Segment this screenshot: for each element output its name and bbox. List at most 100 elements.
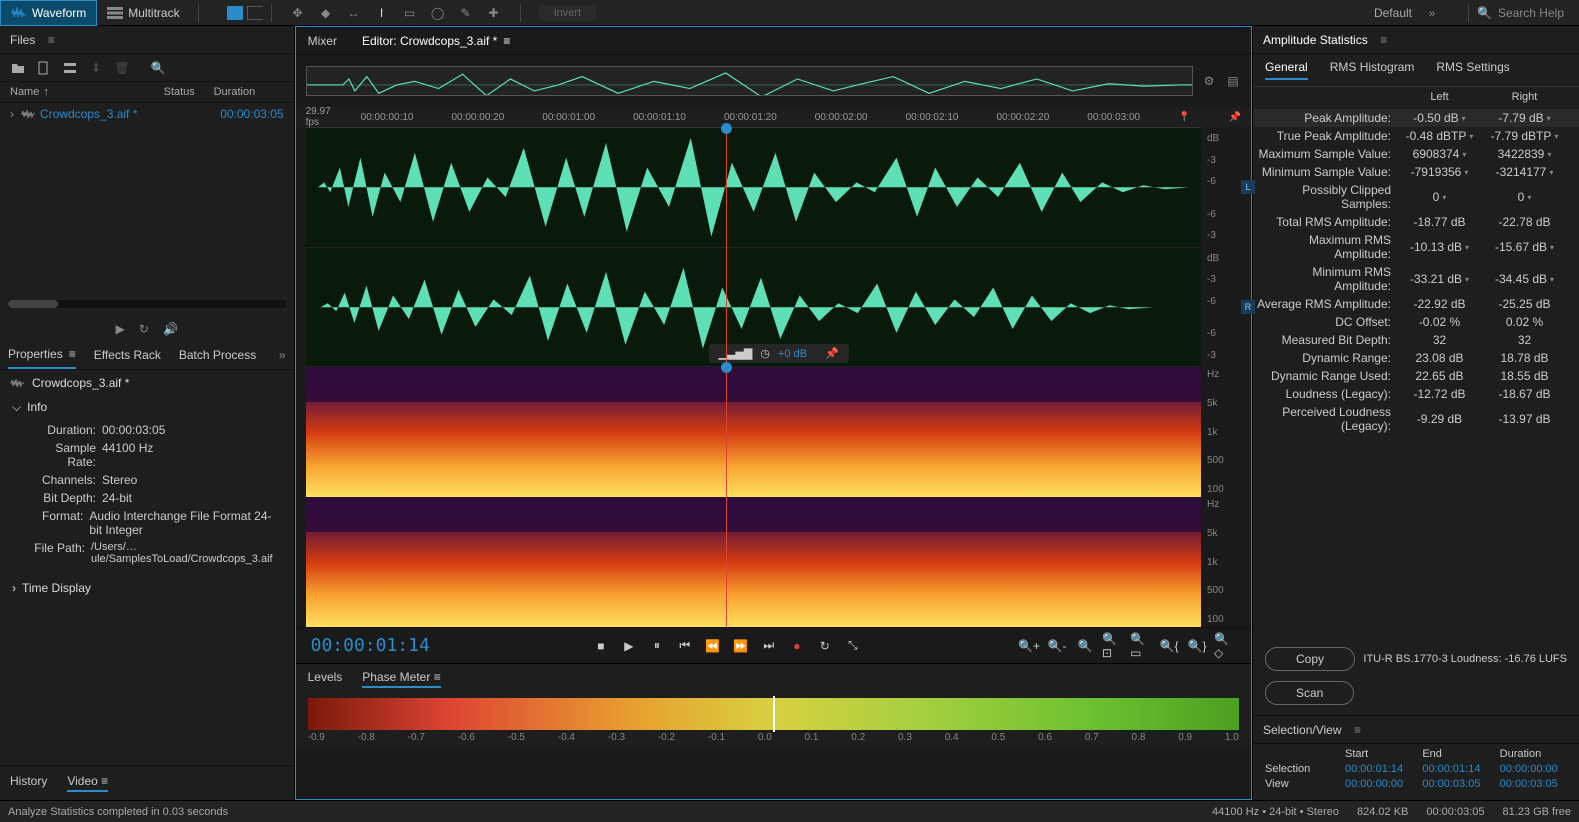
preview-loop-icon[interactable]: ↻: [139, 322, 149, 336]
stop-button[interactable]: ■: [590, 635, 612, 657]
loop-button[interactable]: ↻: [814, 635, 836, 657]
tab-history[interactable]: History: [10, 774, 47, 792]
waveform-display[interactable]: dB -3 -6 -6 -3 L dB -3-6-6-3 R: [306, 127, 1201, 367]
heal-tool-icon[interactable]: ✚: [486, 5, 502, 21]
panel-menu-icon[interactable]: ≡: [69, 347, 76, 361]
overview-view-icon[interactable]: ▤: [1225, 73, 1241, 89]
preview-play-icon[interactable]: ▶: [116, 322, 125, 336]
preview-autoplay-icon[interactable]: 🔊: [163, 322, 178, 336]
filter-icon[interactable]: 🔍: [150, 60, 166, 76]
panel-menu-icon[interactable]: ≡: [1350, 722, 1366, 738]
forward-button[interactable]: ⏩: [730, 635, 752, 657]
tab-levels[interactable]: Levels: [308, 670, 343, 688]
pause-button[interactable]: ⏸: [646, 635, 668, 657]
playhead[interactable]: [726, 367, 727, 627]
import-icon[interactable]: ⬇: [88, 60, 104, 76]
col-duration[interactable]: Duration: [214, 86, 284, 98]
selection-end[interactable]: 00:00:01:14: [1422, 763, 1489, 775]
time-display-section-header[interactable]: › Time Display: [0, 577, 294, 599]
col-name[interactable]: Name ↑: [10, 86, 164, 98]
waveform-mode-button[interactable]: Waveform: [0, 0, 97, 26]
vertical-zoom-hud[interactable]: ▁▃▅▇ ◷ +0 dB 📌: [709, 344, 849, 363]
brush-tool-icon[interactable]: ✎: [458, 5, 474, 21]
playhead[interactable]: [726, 128, 727, 367]
selection-duration[interactable]: 00:00:00:00: [1500, 763, 1567, 775]
zoom-out-icon[interactable]: 🔍-: [1046, 635, 1068, 657]
tab-rms-settings[interactable]: RMS Settings: [1436, 60, 1509, 80]
pitch-display-icon[interactable]: [247, 5, 263, 21]
lasso-tool-icon[interactable]: ◯: [430, 5, 446, 21]
marquee-tool-icon[interactable]: ▭: [402, 5, 418, 21]
overview-strip: ⚙ ▤: [306, 61, 1241, 101]
new-file-icon[interactable]: [36, 60, 52, 76]
zoom-out-point-icon[interactable]: 🔍}: [1186, 635, 1208, 657]
amp-stat-row: Perceived Loudness (Legacy):-9.29 dB -13…: [1253, 403, 1579, 435]
chevron-right-icon[interactable]: »: [279, 348, 286, 362]
panel-menu-icon[interactable]: ≡: [434, 670, 441, 684]
files-scrollbar[interactable]: [8, 300, 286, 308]
zoom-custom-icon[interactable]: 🔍◇: [1214, 635, 1236, 657]
play-button[interactable]: ▶: [618, 635, 640, 657]
tab-effects-rack[interactable]: Effects Rack: [94, 348, 161, 362]
panel-menu-icon[interactable]: ≡: [101, 774, 108, 788]
zoom-in-point-icon[interactable]: 🔍{: [1158, 635, 1180, 657]
view-end[interactable]: 00:00:03:05: [1422, 778, 1489, 790]
amp-stat-row: Average RMS Amplitude:-22.92 dB -25.25 d…: [1253, 295, 1579, 313]
tab-mixer[interactable]: Mixer: [308, 34, 337, 48]
pin-icon[interactable]: 📌: [825, 347, 839, 360]
search-help-field[interactable]: 🔍 Search Help: [1477, 6, 1564, 20]
workspace-selector[interactable]: Default: [1362, 6, 1424, 20]
workspace-chevron-icon[interactable]: »: [1424, 5, 1440, 21]
tab-video[interactable]: Video ≡: [67, 774, 108, 792]
file-row[interactable]: › Crowdcops_3.aif * 00:00:03:05: [0, 103, 294, 125]
marker-icon[interactable]: 📍: [1178, 112, 1190, 123]
panel-menu-icon[interactable]: ≡: [43, 32, 59, 48]
multitrack-mode-button[interactable]: Multitrack: [97, 0, 189, 26]
view-duration[interactable]: 00:00:03:05: [1500, 778, 1567, 790]
new-multitrack-icon[interactable]: [62, 60, 78, 76]
copy-button[interactable]: Copy: [1265, 647, 1355, 671]
timecode-display[interactable]: 00:00:01:14: [311, 635, 430, 656]
spectral-display-icon[interactable]: [227, 5, 243, 21]
skip-forward-button[interactable]: ⏭: [758, 635, 780, 657]
channel-badge-right[interactable]: R: [1241, 300, 1255, 314]
pin-icon[interactable]: 📌: [1229, 112, 1241, 123]
spectrogram-display[interactable]: Hz5k1k500100 Hz5k1k500100: [306, 367, 1201, 627]
view-start[interactable]: 00:00:00:00: [1345, 778, 1412, 790]
col-status[interactable]: Status: [164, 86, 214, 98]
timeline-ruler[interactable]: 29.97 fps 00:00:00:10 00:00:00:20 00:00:…: [296, 107, 1251, 127]
tab-editor[interactable]: Editor: Crowdcops_3.aif * ≡: [362, 34, 510, 48]
skip-back-button[interactable]: ⏮: [674, 635, 696, 657]
rewind-button[interactable]: ⏪: [702, 635, 724, 657]
trash-icon[interactable]: 🗑: [114, 60, 130, 76]
panel-menu-icon[interactable]: ≡: [503, 34, 510, 48]
tab-batch-process[interactable]: Batch Process: [179, 348, 256, 362]
slip-tool-icon[interactable]: ↔: [346, 5, 362, 21]
tab-general[interactable]: General: [1265, 60, 1308, 80]
invert-button[interactable]: Invert: [539, 5, 597, 21]
waveform-mode-label: Waveform: [32, 6, 86, 20]
amp-stat-row: Peak Amplitude:-0.50 dB ▾-7.79 dB ▾: [1253, 109, 1579, 127]
clock-icon: ◷: [760, 347, 770, 360]
zoom-reset-icon[interactable]: 🔍: [1074, 635, 1096, 657]
selection-start[interactable]: 00:00:01:14: [1345, 763, 1412, 775]
scan-button[interactable]: Scan: [1265, 681, 1354, 705]
open-file-icon[interactable]: [10, 60, 26, 76]
tab-rms-histogram[interactable]: RMS Histogram: [1330, 60, 1415, 80]
info-section-header[interactable]: ⌵ Info: [0, 396, 294, 419]
time-select-tool-icon[interactable]: I: [374, 5, 390, 21]
move-tool-icon[interactable]: ✥: [290, 5, 306, 21]
tab-phase-meter[interactable]: Phase Meter ≡: [362, 670, 440, 688]
overview-zoom-icon[interactable]: ⚙: [1201, 73, 1217, 89]
panel-menu-icon[interactable]: ≡: [1376, 32, 1392, 48]
tab-properties[interactable]: Properties≡: [8, 341, 76, 369]
record-button[interactable]: ●: [786, 635, 808, 657]
channel-badge-left[interactable]: L: [1241, 180, 1255, 194]
zoom-selection-icon[interactable]: 🔍▭: [1130, 635, 1152, 657]
zoom-full-icon[interactable]: 🔍⊡: [1102, 635, 1124, 657]
skip-selection-button[interactable]: ⤡: [842, 635, 864, 657]
razor-tool-icon[interactable]: ◆: [318, 5, 334, 21]
editor-tabs: Mixer Editor: Crowdcops_3.aif * ≡: [296, 27, 1251, 55]
overview-navigator[interactable]: [306, 66, 1193, 96]
zoom-in-icon[interactable]: 🔍+: [1018, 635, 1040, 657]
